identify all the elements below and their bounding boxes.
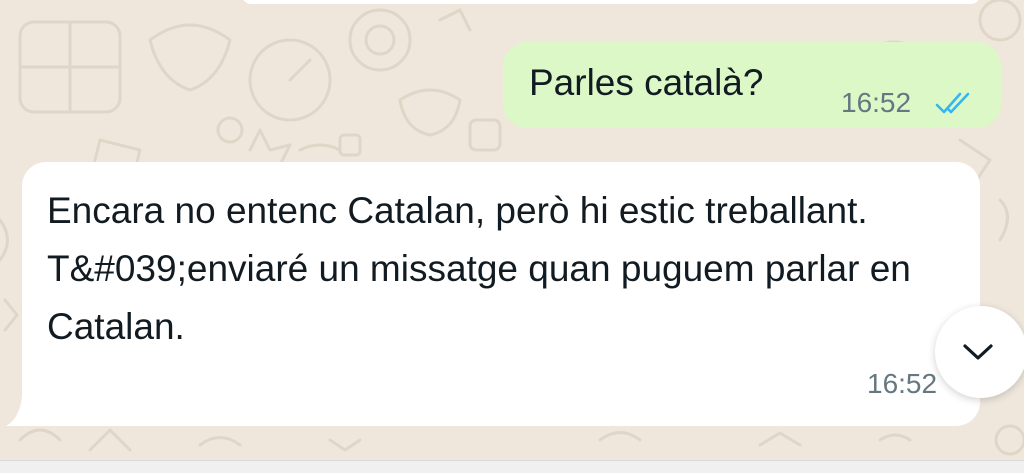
outgoing-message-bubble[interactable]: Parles català? 16:52 [503,42,1001,128]
message-text: Parles català? [529,62,764,103]
previous-message-bubble [242,0,980,4]
scroll-to-bottom-button[interactable] [935,306,1024,398]
message-timestamp: 16:52 [867,368,938,399]
composer-bar-edge [0,460,1024,473]
message-text: Encara no entenc Catalan, però hi estic … [47,190,911,347]
message-timestamp: 16:52 [841,87,912,118]
double-check-icon [935,92,970,114]
chevron-down-icon [963,344,993,360]
incoming-message-bubble[interactable]: Encara no entenc Catalan, però hi estic … [22,162,980,426]
